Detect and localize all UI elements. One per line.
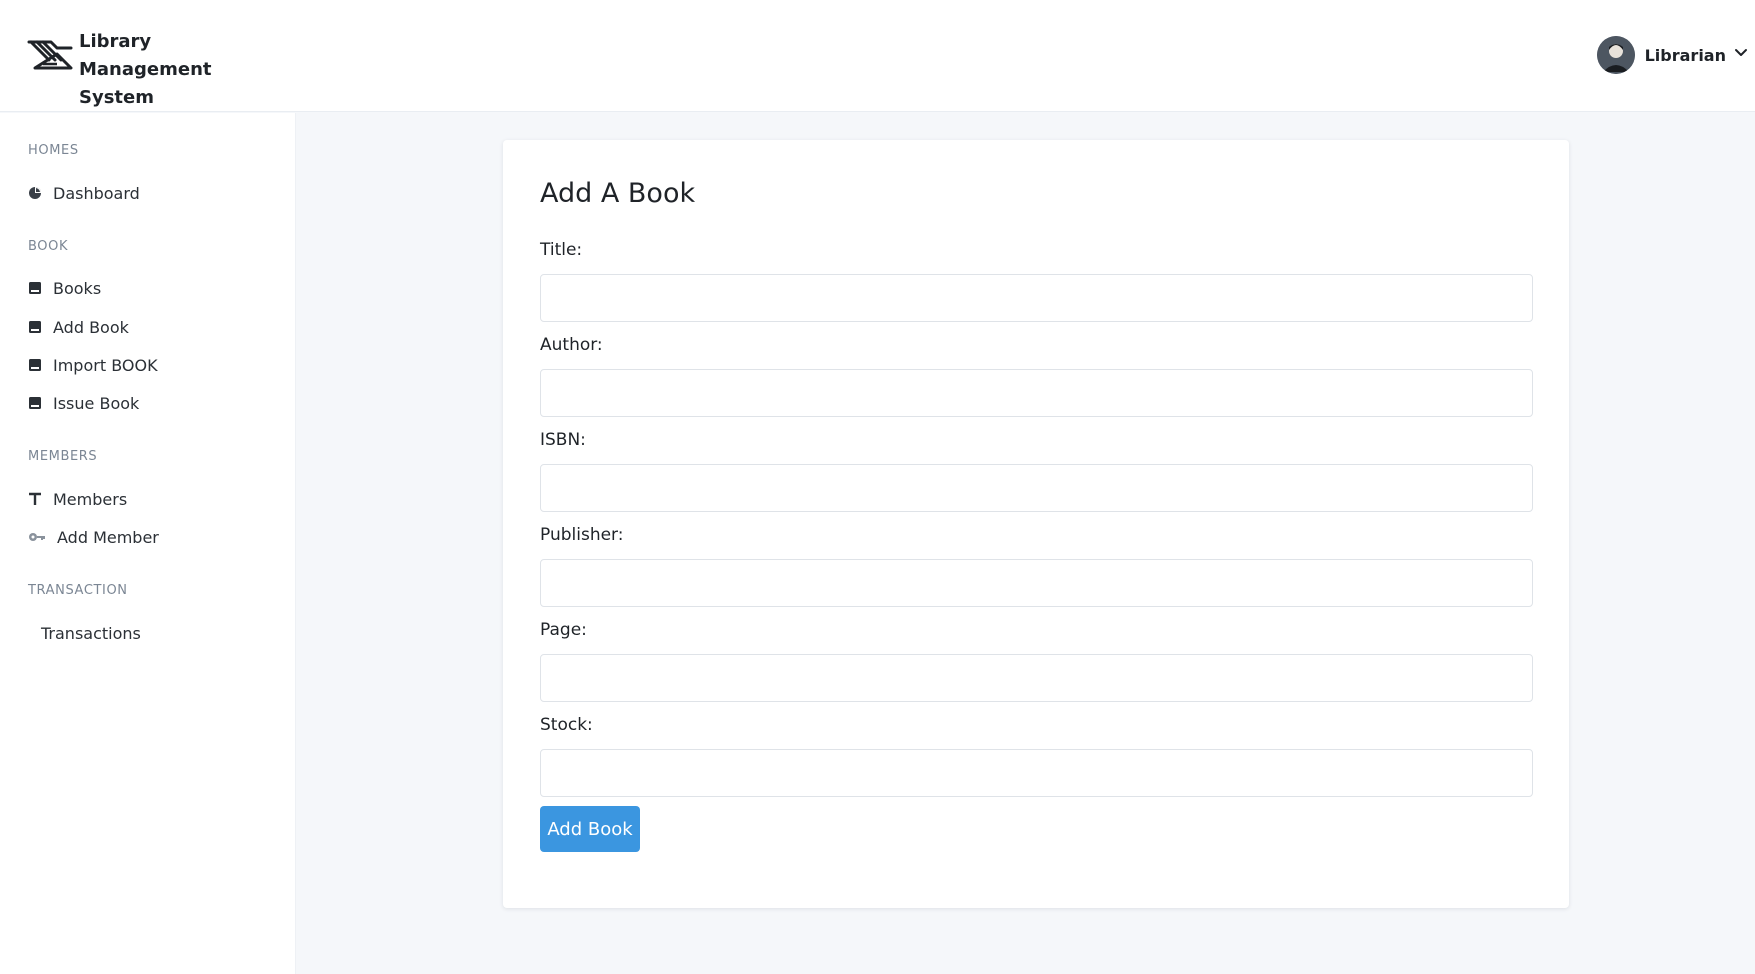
- add-book-card: Add A Book Title: Author: ISBN: Publishe…: [503, 140, 1569, 908]
- sidebar-section-transaction: TRANSACTION: [28, 583, 128, 598]
- publisher-input[interactable]: [540, 559, 1533, 607]
- publisher-label: Publisher:: [540, 525, 624, 545]
- app-title: Library Management System: [79, 31, 212, 108]
- sidebar-item-members[interactable]: Members: [28, 487, 127, 511]
- sidebar-section-book: BOOK: [28, 239, 69, 254]
- sidebar-item-label: Dashboard: [53, 183, 140, 203]
- sidebar-item-dashboard[interactable]: Dashboard: [28, 181, 140, 205]
- chevron-down-icon: [1735, 49, 1747, 56]
- top-bar: Library Management System Librarian: [0, 0, 1755, 112]
- sidebar-section-homes: HOMES: [28, 143, 79, 158]
- sidebar-item-issue-book[interactable]: Issue Book: [28, 391, 139, 415]
- user-menu[interactable]: Librarian: [1596, 36, 1748, 74]
- page-label: Page:: [540, 620, 587, 640]
- avatar: [1596, 36, 1635, 74]
- sidebar-item-label: Books: [53, 278, 102, 298]
- sidebar-item-label: Import BOOK: [53, 355, 158, 375]
- sidebar-item-label: Transactions: [41, 623, 141, 643]
- book-icon: [29, 321, 41, 333]
- sidebar-item-transactions[interactable]: Transactions: [41, 621, 141, 645]
- isbn-label: ISBN:: [540, 430, 586, 450]
- pie-chart-icon: [29, 187, 41, 199]
- sidebar-item-add-book[interactable]: Add Book: [28, 315, 129, 339]
- stock-label: Stock:: [540, 715, 593, 735]
- add-book-button[interactable]: Add Book: [540, 806, 640, 852]
- sidebar-item-label: Add Member: [57, 527, 159, 547]
- brand[interactable]: Library Management System: [27, 28, 269, 112]
- text-icon: [29, 492, 41, 505]
- sidebar-item-label: Add Book: [53, 317, 129, 337]
- user-avatar-icon: [1596, 36, 1635, 74]
- title-input[interactable]: [540, 274, 1533, 322]
- author-label: Author:: [540, 335, 603, 355]
- page-title: Add A Book: [540, 178, 696, 209]
- book-icon: [29, 359, 41, 371]
- user-name: Librarian: [1644, 45, 1726, 65]
- sidebar-item-label: Members: [53, 489, 128, 509]
- key-icon: [29, 533, 45, 541]
- sidebar-item-add-member[interactable]: Add Member: [28, 525, 159, 549]
- sidebar: HOMES Dashboard BOOK Books Add Book Impo…: [0, 113, 296, 974]
- stock-input[interactable]: [540, 749, 1533, 797]
- page-input[interactable]: [540, 654, 1533, 702]
- sidebar-section-members: MEMBERS: [28, 449, 98, 464]
- sidebar-item-import-book[interactable]: Import BOOK: [28, 353, 158, 377]
- sidebar-item-label: Issue Book: [53, 393, 140, 413]
- title-label: Title:: [540, 240, 583, 260]
- author-input[interactable]: [540, 369, 1533, 417]
- library-logo-icon: [27, 40, 73, 70]
- sidebar-item-books[interactable]: Books: [28, 276, 101, 300]
- isbn-input[interactable]: [540, 464, 1533, 512]
- book-icon: [29, 282, 41, 294]
- book-icon: [29, 397, 41, 409]
